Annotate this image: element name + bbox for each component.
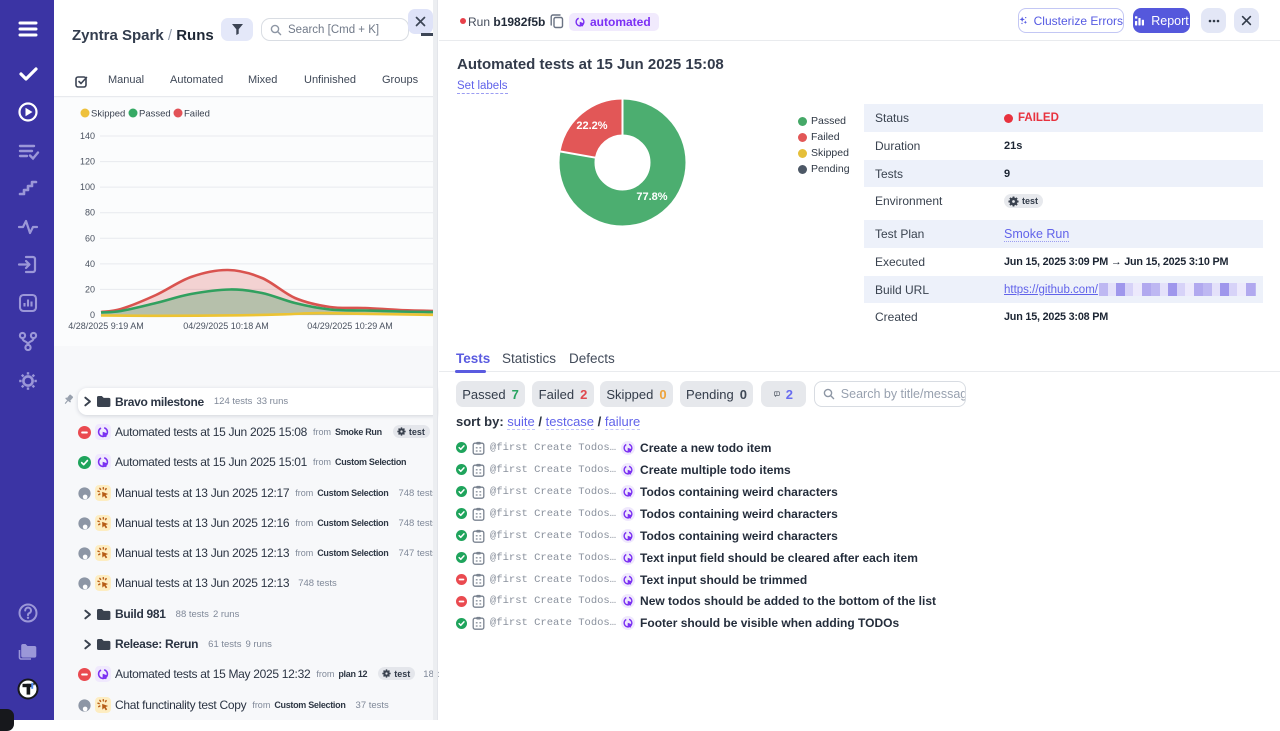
svg-text:20: 20: [85, 284, 95, 294]
svg-text:04/29/2025 10:18 AM: 04/29/2025 10:18 AM: [183, 321, 269, 331]
svg-text:140: 140: [80, 131, 95, 141]
svg-text:22.2%: 22.2%: [576, 120, 607, 132]
svg-text:80: 80: [85, 208, 95, 218]
svg-text:Passed: Passed: [139, 109, 171, 120]
svg-text:77.8%: 77.8%: [636, 191, 667, 203]
svg-text:120: 120: [80, 157, 95, 167]
svg-text:100: 100: [80, 182, 95, 192]
svg-text:40: 40: [85, 259, 95, 269]
svg-text:0: 0: [90, 310, 95, 320]
svg-text:Failed: Failed: [184, 109, 210, 120]
svg-text:04/29/2025 10:29 AM: 04/29/2025 10:29 AM: [307, 321, 393, 331]
svg-text:60: 60: [85, 233, 95, 243]
svg-text:4/28/2025 9:19 AM: 4/28/2025 9:19 AM: [68, 321, 144, 331]
svg-text:Skipped: Skipped: [91, 109, 125, 120]
